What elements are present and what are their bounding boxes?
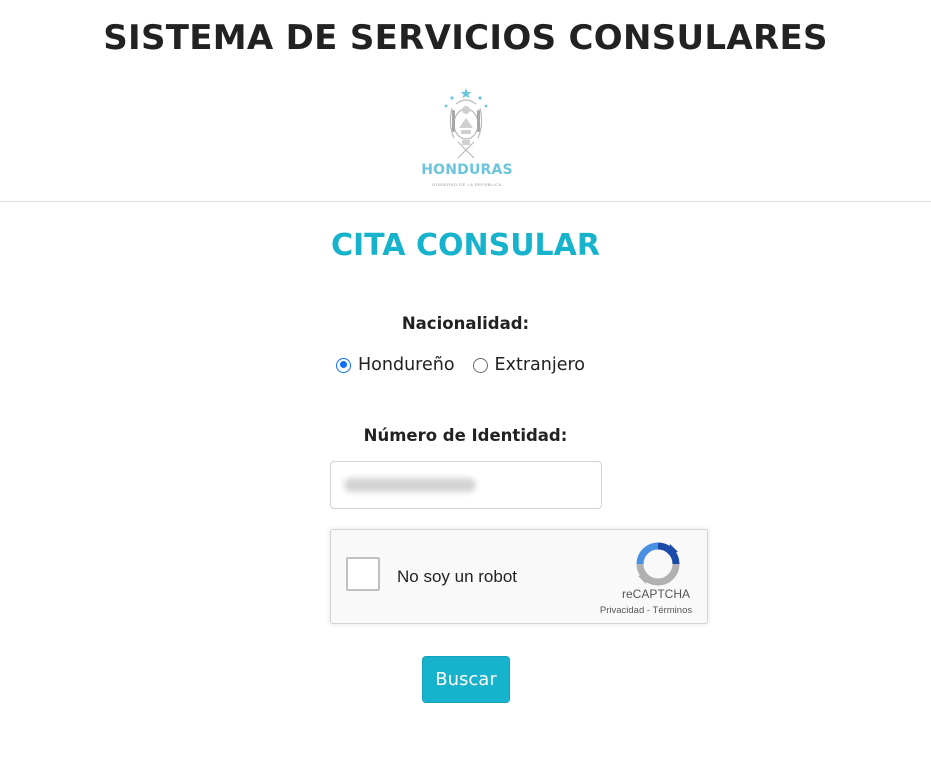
recaptcha-logo-icon	[636, 542, 680, 586]
identity-label: Número de Identidad:	[363, 426, 568, 445]
section-title: CITA CONSULAR	[330, 228, 600, 263]
search-button[interactable]: Buscar	[422, 656, 510, 703]
nationality-label: Nacionalidad:	[401, 314, 530, 333]
recaptcha-brand: reCAPTCHA	[621, 587, 690, 601]
radio-hondureno[interactable]: Hondureño	[336, 355, 455, 375]
coat-of-arms-icon	[444, 88, 488, 159]
logo-text: HONDURAS	[421, 162, 513, 178]
radio-label-hondureno: Hondureño	[358, 355, 455, 375]
recaptcha-widget: No soy un robot reCAPTCHA Privacidad - T…	[330, 529, 708, 624]
recaptcha-links-separator: -	[644, 605, 653, 616]
recaptcha-checkbox[interactable]	[346, 557, 380, 591]
logo-subtext: GOBIERNO DE LA REPÚBLICA	[432, 182, 502, 187]
site-title: SISTEMA DE SERVICIOS CONSULARES	[103, 18, 828, 58]
recaptcha-label: No soy un robot	[397, 567, 518, 586]
radio-checked-icon[interactable]	[336, 357, 351, 373]
nationality-radio-group: Hondureño Extranjero	[336, 354, 585, 376]
radio-label-extranjero: Extranjero	[494, 355, 585, 375]
radio-unchecked-icon[interactable]	[472, 357, 488, 373]
honduras-logo: HONDURAS GOBIERNO DE LA REPÚBLICA	[418, 84, 516, 196]
recaptcha-terms-link[interactable]: Términos	[653, 605, 693, 616]
recaptcha-privacy-link[interactable]: Privacidad	[600, 605, 644, 616]
recaptcha-links: Privacidad - Términos	[581, 605, 711, 616]
radio-extranjero[interactable]: Extranjero	[472, 355, 585, 375]
redacted-identity-value	[344, 478, 476, 492]
header-divider	[0, 201, 931, 202]
